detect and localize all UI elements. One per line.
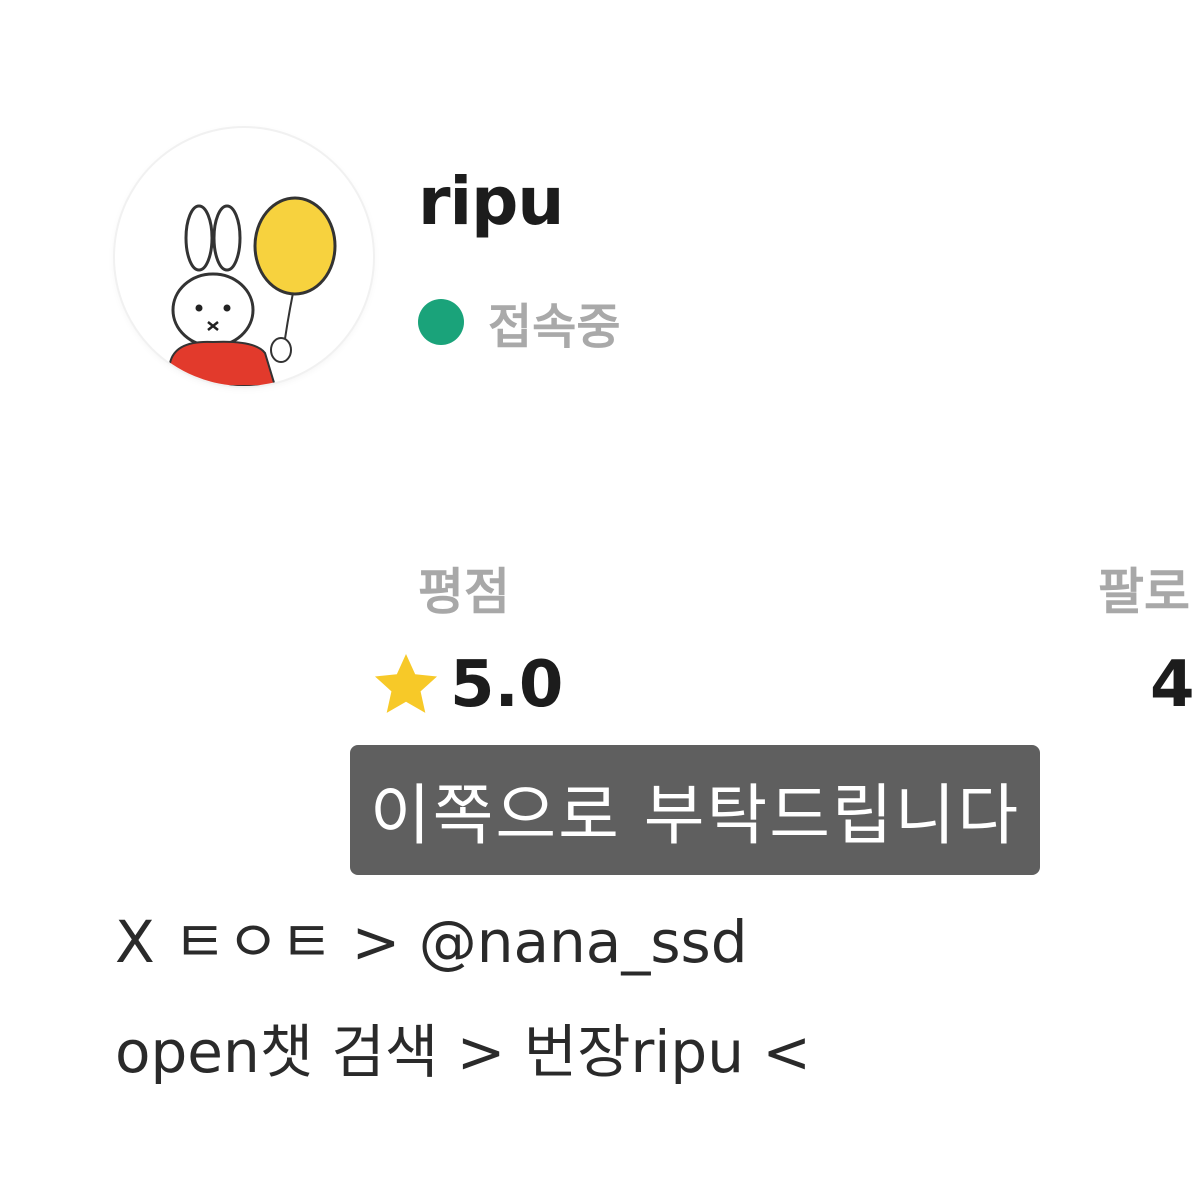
description-line-x: X ㅌㅇㅌ > @nana_ssd (115, 908, 748, 976)
profile-page: ripu 접속중 평점 팔로 5.0 4 이쪽으로 부탁드립니다 X ㅌㅇㅌ >… (0, 0, 1200, 1200)
follower-count[interactable]: 4 (1150, 640, 1195, 730)
online-dot-icon (418, 299, 464, 345)
caption-sticker: 이쪽으로 부탁드립니다 (350, 745, 1040, 875)
rating-label: 평점 (418, 563, 510, 621)
status-text: 접속중 (488, 299, 621, 355)
description-line-openchat: open챗 검색 > 번장ripu < (115, 1018, 812, 1086)
star-icon (374, 653, 438, 713)
caption-text: 이쪽으로 부탁드립니다 (369, 777, 1021, 854)
username: ripu (418, 163, 564, 240)
follower-label: 팔로 (1098, 563, 1190, 621)
rating-value-group[interactable]: 5.0 (368, 640, 563, 730)
rating-value: 5.0 (450, 648, 564, 722)
avatar[interactable] (115, 128, 373, 386)
miffy-balloon-avatar-icon (163, 196, 337, 386)
online-status: 접속중 (418, 290, 621, 355)
